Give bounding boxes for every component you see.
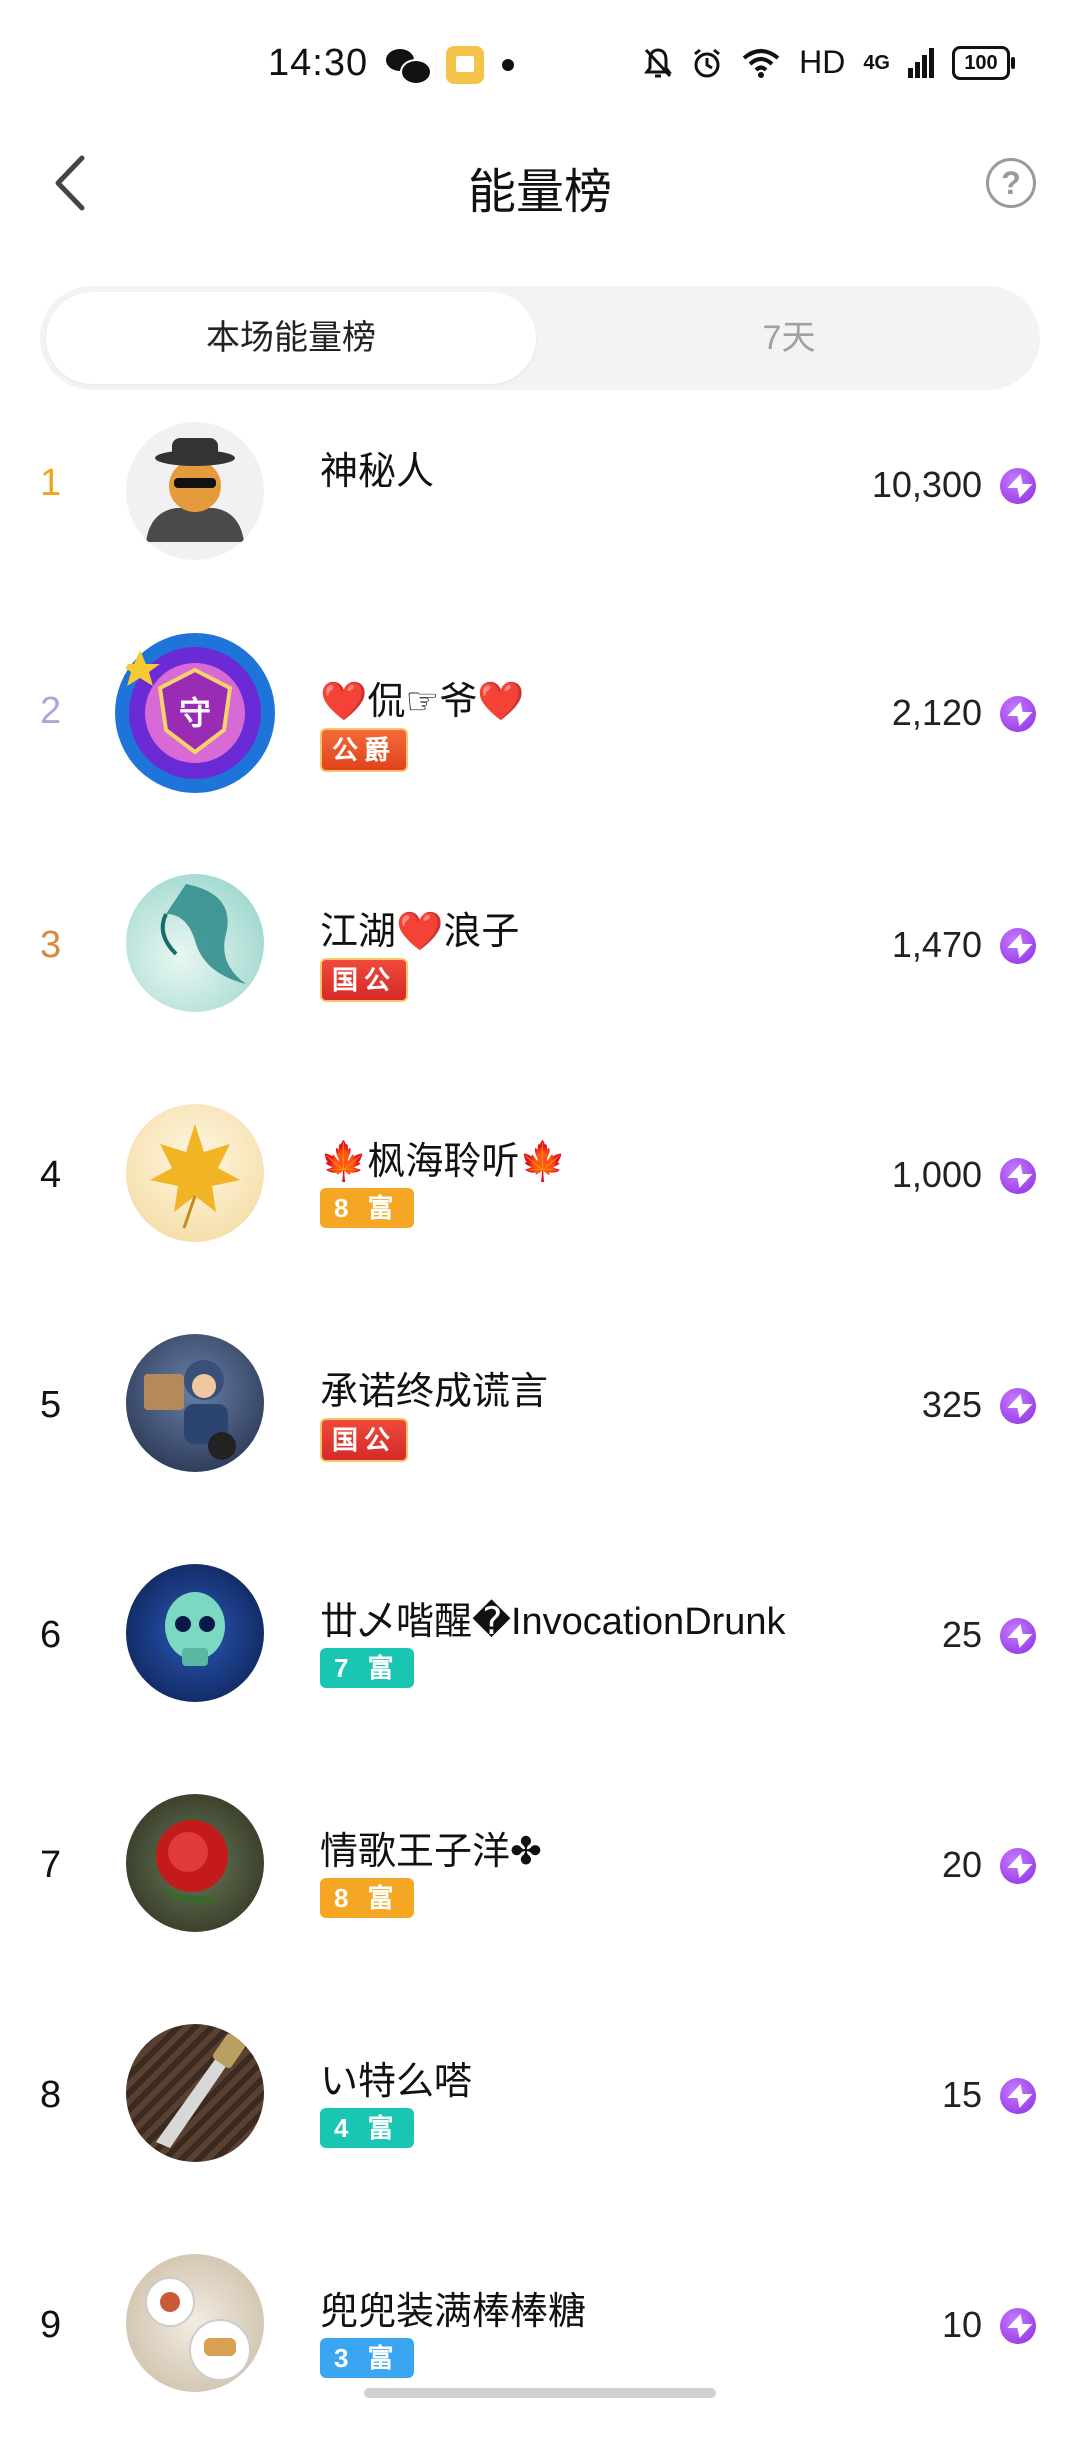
lightning-energy-icon [1000, 1848, 1036, 1884]
user-name: 兜兜装满棒棒糖 [320, 2291, 587, 2333]
energy-score: 15 [941, 2074, 982, 2115]
child-rider-avatar-icon [144, 1360, 236, 1460]
avatar[interactable] [126, 2254, 264, 2392]
noble-badge: 公爵 [320, 728, 409, 772]
lightning-energy-icon [1000, 2078, 1036, 2114]
leaderboard-row[interactable]: 9 兜兜装满棒棒糖 3 富 10 [0, 2226, 1080, 2456]
leaderboard-row[interactable]: 5 承诺终成谎言 国公 325 [0, 1306, 1080, 1536]
lightning-energy-icon [1000, 1618, 1036, 1654]
rank-number: 6 [40, 1614, 62, 1656]
leaderboard-row[interactable]: 6 丗乄喈醒�InvocationDrunk 7 富 25 [0, 1536, 1080, 1766]
tab-current-session[interactable]: 本场能量榜 [46, 292, 536, 384]
lightning-energy-icon [1000, 1158, 1036, 1194]
wealth-level-badge: 8 富 [320, 1878, 414, 1918]
hd-indicator: HD [799, 44, 846, 80]
energy-score: 10 [941, 2304, 982, 2345]
alarm-icon [694, 48, 721, 77]
status-right-icons: HD 4G 100 [643, 44, 1015, 81]
status-left-icons [386, 46, 514, 85]
food-avatar-icon [145, 2277, 251, 2381]
energy-score: 1,000 [891, 1154, 982, 1195]
rank-number: 9 [40, 2304, 62, 2346]
lightning-energy-icon [1000, 1388, 1036, 1424]
lightning-energy-icon [1000, 696, 1036, 732]
app-notification-icon [446, 46, 484, 84]
guardian-frame-icon: 守 [115, 633, 275, 793]
avatar[interactable] [126, 1104, 264, 1242]
rank-number: 4 [40, 1154, 62, 1196]
lightning-energy-icon [1000, 2308, 1036, 2344]
leaderboard-row[interactable]: 4 🍁枫海聆听🍁 8 富 1,000 [0, 1076, 1080, 1306]
rank-number: 2 [40, 690, 62, 732]
energy-score: 325 [921, 1384, 982, 1425]
rank-number: 1 [40, 462, 62, 504]
avatar[interactable] [126, 1334, 264, 1472]
knife-avatar-icon [156, 2033, 246, 2148]
energy-score: 2,120 [891, 692, 982, 733]
maple-leaf-avatar-icon [150, 1124, 240, 1229]
page-title: 能量榜 [467, 166, 612, 219]
noble-badge: 国公 [320, 958, 409, 1002]
notification-dot [502, 59, 514, 71]
question-mark-icon: ? [1001, 165, 1021, 201]
mute-bell-icon [644, 47, 673, 77]
user-name: 丗乄喈醒�InvocationDrunk [320, 1601, 786, 1643]
network-type: 4G [863, 51, 890, 74]
mystery-person-icon [126, 422, 264, 560]
wechat-icon [386, 47, 432, 85]
wifi-icon [742, 48, 780, 78]
avatar[interactable] [126, 422, 264, 560]
help-button[interactable]: ? [986, 158, 1036, 208]
avatar[interactable] [126, 1564, 264, 1702]
energy-score: 20 [941, 1844, 982, 1885]
battery-icon: 100 [952, 45, 1015, 80]
user-name: ❤️侃☞爷❤️ [320, 681, 525, 723]
svg-text:守: 守 [179, 694, 211, 732]
top-header: 能量榜 ? [0, 136, 1080, 232]
rank-number: 3 [40, 924, 62, 966]
ranking-tabs: 本场能量榜 7天 [40, 286, 1040, 390]
status-time: 14:30 [268, 42, 369, 84]
leaderboard-row[interactable]: 8 い特么嗒 4 富 15 [0, 1996, 1080, 2226]
wealth-level-badge: 3 富 [320, 2338, 414, 2378]
avatar[interactable] [126, 874, 264, 1012]
leaderboard-row[interactable]: 1 神秘人 10,300 [0, 386, 1080, 616]
leaderboard-row[interactable]: 3 江湖❤️浪子 国公 1,470 [0, 846, 1080, 1076]
energy-score: 25 [941, 1614, 982, 1655]
status-bar: 14:30 HD 4G 100 [0, 0, 1080, 136]
rank-number: 7 [40, 1844, 62, 1886]
user-name: 情歌王子洋✤ [320, 1831, 542, 1873]
tab-7-days[interactable]: 7天 [544, 292, 1034, 384]
wealth-level-badge: 8 富 [320, 1188, 414, 1228]
noble-badge: 国公 [320, 1418, 409, 1462]
signal-icon [908, 47, 934, 78]
rose-avatar-icon [156, 1820, 228, 1903]
avatar[interactable]: 守 [112, 630, 278, 796]
lightning-energy-icon [1000, 468, 1036, 504]
dragon-avatar-icon [160, 884, 246, 984]
energy-score: 10,300 [871, 464, 982, 505]
wealth-level-badge: 7 富 [320, 1648, 414, 1688]
user-name: 承诺终成谎言 [320, 1371, 549, 1413]
lightning-energy-icon [1000, 928, 1036, 964]
leaderboard-row[interactable]: 2 守 ❤️侃☞爷❤️ 公爵 2,120 [0, 616, 1080, 846]
avatar[interactable] [126, 1794, 264, 1932]
user-name: い特么嗒 [320, 2061, 473, 2103]
rank-number: 5 [40, 1384, 62, 1426]
avatar[interactable] [126, 2024, 264, 2162]
skull-avatar-icon [165, 1592, 225, 1666]
leaderboard-row[interactable]: 7 情歌王子洋✤ 8 富 20 [0, 1766, 1080, 1996]
user-name: 江湖❤️浪子 [320, 911, 520, 953]
wealth-level-badge: 4 富 [320, 2108, 414, 2148]
home-indicator-bar[interactable] [364, 2388, 716, 2398]
energy-score: 1,470 [891, 924, 982, 965]
user-name: 神秘人 [320, 451, 435, 493]
rank-number: 8 [40, 2074, 62, 2116]
user-name: 🍁枫海聆听🍁 [320, 1141, 567, 1183]
